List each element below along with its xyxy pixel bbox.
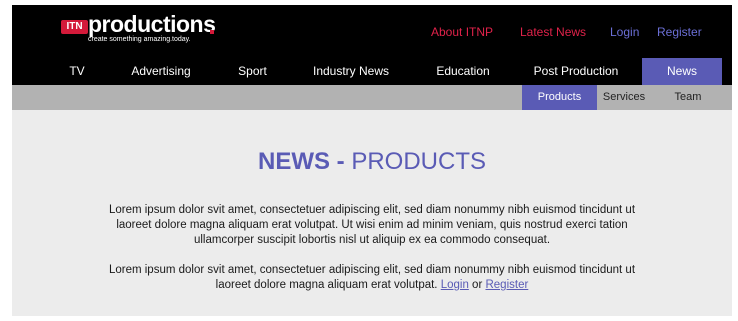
intro-paragraph: Lorem ipsum dolor svit amet, consectetue…	[108, 204, 636, 246]
top-bar: ITN productions create something amazing…	[12, 5, 732, 58]
nav-item-industry-news[interactable]: Industry News	[309, 58, 393, 85]
nav-item-tv[interactable]: TV	[60, 58, 94, 85]
inline-or-text: or	[468, 279, 486, 291]
inline-login-link[interactable]: Login	[441, 279, 469, 291]
top-links: About ITNP Latest News Login Register	[12, 5, 732, 58]
sub-nav: Products Services Team	[12, 85, 732, 110]
inline-register-link[interactable]: Register	[485, 279, 528, 291]
nav-item-post-production[interactable]: Post Production	[530, 58, 622, 85]
main-nav: TV Advertising Sport Industry News Educa…	[12, 58, 732, 85]
page-title-subsection: PRODUCTS	[344, 148, 486, 175]
page-frame: ITN productions create something amazing…	[12, 5, 732, 316]
nav-item-news[interactable]: News	[642, 58, 722, 85]
page-title-section: NEWS -	[257, 148, 345, 175]
subnav-item-services[interactable]: Services	[597, 85, 651, 110]
toplink-latest-news[interactable]: Latest News	[520, 25, 586, 39]
nav-item-sport[interactable]: Sport	[230, 58, 275, 85]
login-paragraph-text: Lorem ipsum dolor svit amet, consectetue…	[108, 264, 636, 291]
toplink-about[interactable]: About ITNP	[431, 25, 493, 39]
subnav-item-products[interactable]: Products	[522, 85, 597, 110]
nav-item-advertising[interactable]: Advertising	[125, 58, 197, 85]
page-title: NEWS - PRODUCTS	[12, 148, 732, 176]
toplink-register[interactable]: Register	[657, 25, 702, 39]
nav-item-education[interactable]: Education	[429, 58, 497, 85]
login-paragraph: Lorem ipsum dolor svit amet, consectetue…	[102, 263, 642, 293]
toplink-login[interactable]: Login	[610, 25, 639, 39]
subnav-item-team[interactable]: Team	[665, 85, 711, 110]
